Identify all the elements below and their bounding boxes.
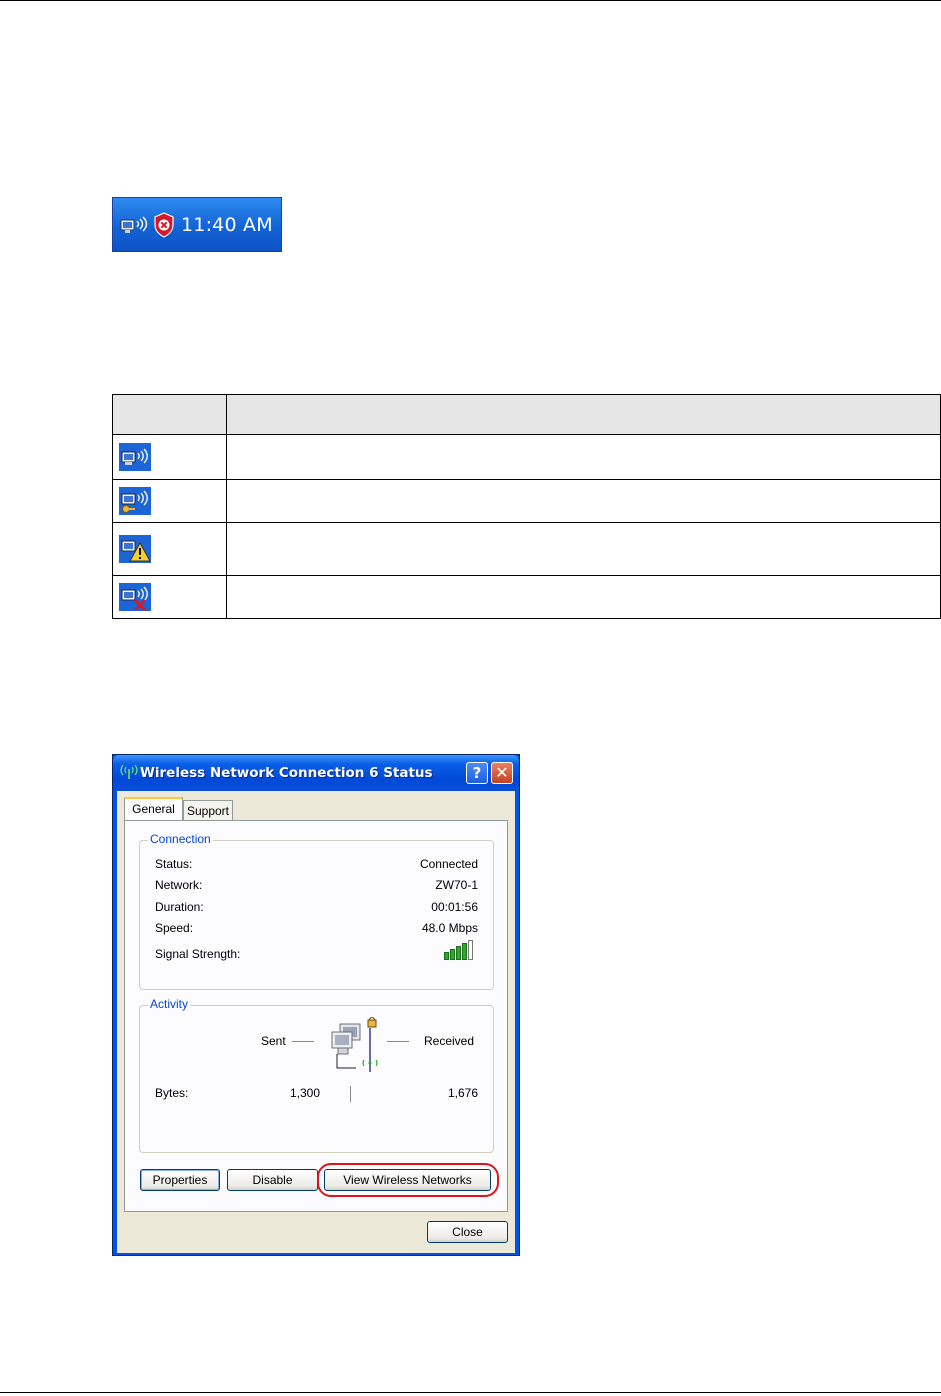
network-label: Network: xyxy=(155,878,203,892)
table-desc-cell xyxy=(226,434,941,480)
activity-legend: Activity xyxy=(148,997,191,1011)
close-window-button[interactable]: ✕ xyxy=(491,762,513,784)
table-header-cell xyxy=(226,394,941,435)
signal-strength-label: Signal Strength: xyxy=(155,947,241,961)
signal-bar xyxy=(468,940,473,960)
speed-label: Speed: xyxy=(155,921,194,935)
wireless-network-icon[interactable] xyxy=(119,212,153,238)
table-header-cell xyxy=(112,394,227,435)
table-desc-cell xyxy=(226,522,941,576)
signal-bar xyxy=(456,946,461,960)
help-button[interactable]: ? xyxy=(466,762,488,784)
disable-button[interactable]: Disable xyxy=(227,1169,318,1191)
bytes-received-value: 1,676 xyxy=(447,1086,478,1100)
table-row xyxy=(112,522,941,576)
table-icon-cell xyxy=(112,479,227,523)
table-header-row xyxy=(112,394,941,435)
network-value: ZW70-1 xyxy=(435,878,478,892)
tab-support[interactable]: Support xyxy=(183,800,233,820)
dialog-title: Wireless Network Connection 6 Status xyxy=(140,765,433,781)
bytes-label: Bytes: xyxy=(155,1086,189,1100)
bytes-divider xyxy=(350,1086,351,1102)
sent-line xyxy=(292,1041,314,1042)
tray-clock[interactable]: 11:40 AM xyxy=(181,214,273,236)
table-row xyxy=(112,434,941,480)
signal-bar xyxy=(444,952,449,960)
signal-bar xyxy=(450,949,455,960)
duration-value: 00:01:56 xyxy=(431,900,478,914)
table-icon-cell xyxy=(112,522,227,576)
properties-button[interactable]: Properties xyxy=(140,1169,220,1191)
table-desc-cell xyxy=(226,479,941,523)
status-value: Connected xyxy=(419,857,478,871)
wireless-status-icon-table xyxy=(112,394,941,619)
network-activity-icon xyxy=(331,1017,378,1072)
close-button[interactable]: Close xyxy=(427,1221,508,1243)
signal-strength-bars xyxy=(444,940,473,960)
received-line xyxy=(387,1041,409,1042)
connection-legend: Connection xyxy=(148,832,213,846)
duration-label: Duration: xyxy=(155,900,204,914)
page-top-rule xyxy=(0,0,941,1)
table-icon-cell xyxy=(112,434,227,480)
security-alert-shield-icon[interactable] xyxy=(153,211,175,238)
dialog-titlebar[interactable]: Wireless Network Connection 6 Status ? ✕ xyxy=(113,755,519,791)
wireless-disconnected-icon xyxy=(119,583,151,611)
table-row xyxy=(112,479,941,523)
received-label: Received xyxy=(424,1034,475,1048)
table-row xyxy=(112,575,941,619)
sent-label: Sent xyxy=(261,1034,286,1048)
tab-general[interactable]: General xyxy=(124,797,183,821)
system-tray: 11:40 AM xyxy=(112,197,282,252)
table-desc-cell xyxy=(226,575,941,619)
status-label: Status: xyxy=(155,857,193,871)
callout-highlight-ring xyxy=(317,1163,499,1197)
wireless-connected-icon xyxy=(119,443,151,471)
wireless-connecting-icon xyxy=(119,487,151,515)
signal-bar xyxy=(462,943,467,960)
activity-group: Activity xyxy=(139,997,494,1153)
table-icon-cell xyxy=(112,575,227,619)
page-bottom-rule xyxy=(0,1392,941,1393)
wireless-signal-icon xyxy=(120,765,138,779)
bytes-sent-value: 1,300 xyxy=(289,1086,320,1100)
speed-value: 48.0 Mbps xyxy=(421,921,478,935)
wireless-warning-icon xyxy=(119,535,151,563)
